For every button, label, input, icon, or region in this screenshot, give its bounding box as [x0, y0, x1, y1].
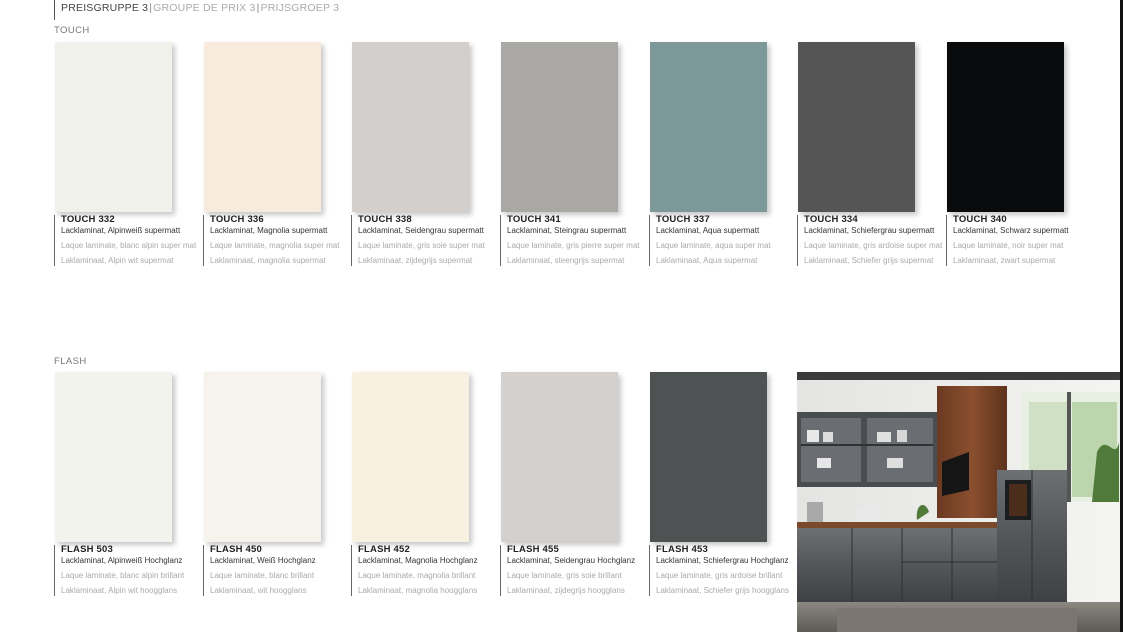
swatch-name-fr: Laque laminate, blanc brillant	[210, 571, 315, 580]
swatch-name-nl: Laklaminaat, Schiefer grijs supermat	[804, 255, 934, 265]
swatch-name-nl: Laklaminaat, zwart supermat	[953, 255, 1056, 265]
swatch-name-nl: Laklaminaat, Aqua supermat	[656, 255, 758, 265]
swatch-name-fr: Laque laminate, gris pierre super mat	[507, 241, 640, 250]
swatch-code: FLASH 453	[656, 544, 708, 555]
swatch-name-de: Lacklaminat, Schiefergrau Hochglanz	[656, 555, 789, 565]
swatch-info-touch-336: TOUCH 336 Lacklaminat, Magnolia supermat…	[203, 214, 350, 266]
swatch-touch-337[interactable]	[650, 42, 767, 212]
swatch-info-touch-340: TOUCH 340 Lacklaminat, Schwarz supermatt…	[946, 214, 1093, 266]
swatch-name-de: Lacklaminat, Schiefergrau supermatt	[804, 225, 935, 235]
header-price-group-fr: GROUPE DE PRIX 3	[153, 2, 256, 14]
swatch-code: TOUCH 340	[953, 214, 1007, 225]
swatch-info-flash-503: FLASH 503 Lacklaminat, Alpinweiß Hochgla…	[54, 544, 201, 596]
swatch-name-nl: Laklaminaat, magnolia supermat	[210, 255, 326, 265]
swatch-touch-338[interactable]	[352, 42, 469, 212]
swatch-name-fr: Laque laminate, gris ardoise super mat	[804, 241, 943, 250]
swatch-name-nl: Laklaminaat, Alpin wit supermat	[61, 255, 174, 265]
swatch-name-de: Lacklaminat, Schwarz supermatt	[953, 225, 1069, 235]
swatch-code: TOUCH 336	[210, 214, 264, 225]
swatch-name-fr: Laque laminate, blanc alpin super mat	[61, 241, 197, 250]
swatch-name-fr: Laque laminate, blanc alpin brillant	[61, 571, 185, 580]
swatch-code: TOUCH 338	[358, 214, 412, 225]
swatch-info-flash-453: FLASH 453 Lacklaminat, Schiefergrau Hoch…	[649, 544, 796, 596]
swatch-flash-453[interactable]	[650, 372, 767, 542]
swatch-name-de: Lacklaminat, Magnolia supermatt	[210, 225, 328, 235]
price-group-header: PREISGRUPPE 3|GROUPE DE PRIX 3|PRIJSGROE…	[54, 0, 339, 20]
swatch-info-touch-341: TOUCH 341 Lacklaminat, Steingrau superma…	[500, 214, 647, 266]
swatch-name-de: Lacklaminat, Alpinweiß Hochglanz	[61, 555, 183, 565]
header-price-group-nl: PRIJSGROEP 3	[260, 2, 340, 14]
swatch-name-nl: Laklaminaat, magnolia hoogglans	[358, 585, 478, 595]
swatch-name-de: Lacklaminat, Magnolia Hochglanz	[358, 555, 478, 565]
swatch-flash-452[interactable]	[352, 372, 469, 542]
header-price-group-de: PREISGRUPPE 3	[61, 2, 149, 14]
swatch-touch-332[interactable]	[55, 42, 172, 212]
swatch-code: FLASH 450	[210, 544, 262, 555]
swatch-name-fr: Laque laminate, aqua super mat	[656, 241, 771, 250]
swatch-info-touch-337: TOUCH 337 Lacklaminat, Aqua supermatt La…	[649, 214, 796, 266]
swatch-flash-503[interactable]	[55, 372, 172, 542]
swatch-touch-341[interactable]	[501, 42, 618, 212]
swatch-code: TOUCH 341	[507, 214, 561, 225]
swatch-name-nl: Laklaminaat, zijdegrijs hoogglans	[507, 585, 625, 595]
swatch-name-nl: Laklaminaat, steengrijs supermat	[507, 255, 625, 265]
swatch-touch-340[interactable]	[947, 42, 1064, 212]
swatch-name-fr: Laque laminate, noir super mat	[953, 241, 1064, 250]
swatch-code: TOUCH 337	[656, 214, 710, 225]
swatch-code: TOUCH 334	[804, 214, 858, 225]
swatch-info-flash-455: FLASH 455 Lacklaminat, Seidengrau Hochgl…	[500, 544, 647, 596]
swatch-name-de: Lacklaminat, Weiß Hochglanz	[210, 555, 316, 565]
swatch-flash-455[interactable]	[501, 372, 618, 542]
swatch-name-nl: Laklaminaat, Schiefer grijs hoogglans	[656, 585, 789, 595]
swatch-name-de: Lacklaminat, Steingrau supermatt	[507, 225, 627, 235]
swatch-name-fr: Laque laminate, gris soie super mat	[358, 241, 485, 250]
swatch-name-nl: Laklaminaat, wit hoogglans	[210, 585, 307, 595]
section-label-touch: TOUCH	[54, 25, 90, 36]
swatch-code: FLASH 452	[358, 544, 410, 555]
swatch-name-fr: Laque laminate, gris soie brillant	[507, 571, 622, 580]
swatch-name-fr: Laque laminate, magnolia super mat	[210, 241, 340, 250]
swatch-name-nl: Laklaminaat, Alpin wit hoogglans	[61, 585, 178, 595]
swatch-name-de: Lacklaminat, Aqua supermatt	[656, 225, 760, 235]
swatch-touch-336[interactable]	[204, 42, 321, 212]
swatch-name-fr: Laque laminate, magnolia brillant	[358, 571, 476, 580]
swatch-info-touch-334: TOUCH 334 Lacklaminat, Schiefergrau supe…	[797, 214, 944, 266]
swatch-flash-450[interactable]	[204, 372, 321, 542]
swatch-code: FLASH 455	[507, 544, 559, 555]
swatch-name-de: Lacklaminat, Seidengrau supermatt	[358, 225, 484, 235]
swatch-info-flash-450: FLASH 450 Lacklaminat, Weiß Hochglanz La…	[203, 544, 350, 596]
swatch-code: TOUCH 332	[61, 214, 115, 225]
swatch-name-de: Lacklaminat, Seidengrau Hochglanz	[507, 555, 636, 565]
swatch-info-touch-338: TOUCH 338 Lacklaminat, Seidengrau superm…	[351, 214, 498, 266]
section-label-flash: FLASH	[54, 356, 87, 367]
swatch-name-fr: Laque laminate, gris ardoise brillant	[656, 571, 783, 580]
kitchen-photo	[797, 372, 1120, 632]
swatch-name-nl: Laklaminaat, zijdegrijs supermat	[358, 255, 473, 265]
swatch-touch-334[interactable]	[798, 42, 915, 212]
swatch-code: FLASH 503	[61, 544, 113, 555]
swatch-info-touch-332: TOUCH 332 Lacklaminat, Alpinweiß superma…	[54, 214, 201, 266]
swatch-info-flash-452: FLASH 452 Lacklaminat, Magnolia Hochglan…	[351, 544, 498, 596]
swatch-name-de: Lacklaminat, Alpinweiß supermatt	[61, 225, 181, 235]
